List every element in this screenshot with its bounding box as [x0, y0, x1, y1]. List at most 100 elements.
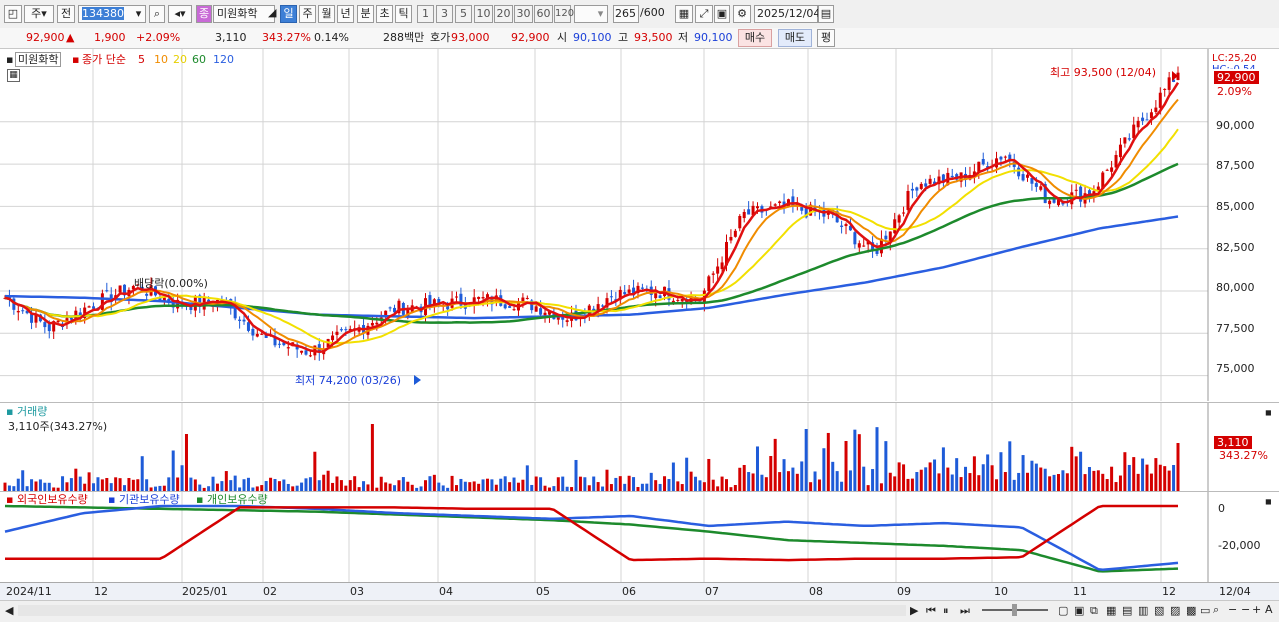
low-price: 90,100 — [694, 31, 733, 44]
volume-bar — [809, 482, 813, 491]
date-input[interactable]: 2025/12/04 — [754, 5, 820, 23]
layout-icon-3[interactable]: ⧉ — [1090, 604, 1098, 617]
volume-bar — [211, 476, 215, 491]
volume-bar — [614, 477, 618, 491]
scroll-left-icon[interactable]: ◀ — [5, 604, 13, 617]
volume-bar — [30, 479, 34, 491]
candle-body — [627, 289, 631, 293]
price-chart[interactable] — [0, 49, 1279, 401]
zoom-in-icon[interactable]: + — [1252, 603, 1261, 616]
period-tab-week[interactable]: 주 — [299, 5, 316, 23]
volume-close-icon[interactable]: ◼ — [1265, 406, 1272, 419]
volume-bar — [167, 477, 171, 491]
candle-body — [729, 236, 733, 241]
candle-body — [609, 296, 613, 298]
first-page-icon[interactable]: ⏮ — [926, 604, 936, 617]
turnover-rate: 0.14% — [314, 31, 349, 44]
calendar-icon[interactable]: ▤ — [818, 5, 834, 23]
volume-bar — [840, 481, 844, 491]
gear-icon[interactable]: ⚙ — [733, 5, 751, 23]
buy-button[interactable]: 매수 — [738, 29, 772, 47]
sell-button[interactable]: 매도 — [778, 29, 812, 47]
volume-bar — [242, 479, 246, 491]
speaker-icon[interactable]: ◂▾ — [168, 5, 192, 23]
crosshair-icon[interactable]: ⤢ — [695, 5, 713, 23]
volume-bar — [437, 482, 441, 491]
volume-title-text: 거래량 — [16, 405, 48, 418]
ma10-label: 10 — [154, 53, 168, 66]
code-dropdown-icon[interactable]: ▾ — [132, 5, 146, 23]
period-tab-second[interactable]: 초 — [376, 5, 393, 23]
period-tab-minute[interactable]: 분 — [357, 5, 374, 23]
window-menu-icon[interactable]: ◰ — [4, 5, 22, 23]
pause-icon[interactable]: ⏸ — [943, 604, 949, 617]
candle-body — [118, 285, 122, 293]
volume-chart[interactable] — [0, 403, 1279, 491]
volume-bar — [800, 461, 804, 491]
holdings-close-icon[interactable]: ◼ — [1265, 495, 1272, 508]
candle-body — [525, 297, 529, 299]
layout-icon-10[interactable]: ▭ — [1200, 604, 1210, 617]
period-tab-day[interactable]: 일 — [280, 5, 297, 23]
interval-5[interactable]: 5 — [455, 5, 472, 23]
zoom-minus-icon[interactable]: − — [1241, 603, 1250, 616]
volume-bar — [1056, 474, 1060, 491]
calculator-icon[interactable]: ▦ — [7, 69, 20, 82]
volume-bar — [105, 477, 109, 491]
volume-bar — [140, 456, 144, 491]
volume-bar — [485, 478, 489, 491]
save-icon[interactable]: ▣ — [714, 5, 730, 23]
layout-icon-4[interactable]: ▦ — [1106, 604, 1116, 617]
count-input[interactable]: 265 — [613, 5, 639, 23]
interval-20[interactable]: 20 — [494, 5, 513, 23]
volume-bar — [109, 483, 113, 491]
layout-icon-9[interactable]: ▩ — [1186, 604, 1196, 617]
layout-icon-7[interactable]: ▧ — [1154, 604, 1164, 617]
layout-icon-2[interactable]: ▣ — [1074, 604, 1084, 617]
volume-bar — [645, 483, 649, 491]
text-tool-icon[interactable]: A — [1265, 603, 1273, 616]
period-tab-tick[interactable]: 틱 — [395, 5, 412, 23]
layout-icon-8[interactable]: ▨ — [1170, 604, 1180, 617]
zoom-out-icon[interactable]: − — [1228, 603, 1237, 616]
prev-button[interactable]: 전 — [57, 5, 75, 23]
volume-bar — [220, 481, 224, 491]
candle-body — [1074, 189, 1078, 191]
zoom-search-icon[interactable]: ⌕ — [1213, 603, 1219, 616]
period-tab-year[interactable]: 년 — [337, 5, 354, 23]
search-icon[interactable]: ⌕ — [149, 5, 165, 23]
x-label-0: 2024/11 — [6, 585, 52, 598]
chart-tool-icon[interactable]: ▦ — [675, 5, 693, 23]
scroll-right-icon[interactable]: ▶ — [910, 604, 918, 617]
interval-10[interactable]: 10 — [474, 5, 493, 23]
last-page-icon[interactable]: ⏭ — [960, 604, 970, 617]
interval-3[interactable]: 3 — [436, 5, 453, 23]
period-tab-month[interactable]: 월 — [318, 5, 335, 23]
type-select[interactable]: 주▾ — [24, 5, 54, 23]
interval-30[interactable]: 30 — [514, 5, 533, 23]
volume-bar — [481, 479, 485, 491]
interval-120[interactable]: 120 — [554, 5, 574, 23]
volume-bar — [764, 477, 768, 491]
candle-body — [711, 273, 715, 275]
candle-body — [521, 297, 525, 302]
holdings-chart[interactable] — [0, 492, 1279, 583]
volume-bar — [995, 479, 999, 491]
layout-icon-6[interactable]: ▥ — [1138, 604, 1148, 617]
interval-60[interactable]: 60 — [534, 5, 553, 23]
avg-button[interactable]: 평 — [817, 29, 835, 47]
interval-dropdown-icon[interactable]: ▾ — [594, 5, 608, 23]
volume-bar — [171, 450, 175, 491]
layout-icon-5[interactable]: ▤ — [1122, 604, 1132, 617]
volume-bar — [632, 477, 636, 491]
volume-bar — [38, 479, 42, 491]
candle-body — [1141, 117, 1145, 121]
zoom-slider-handle[interactable] — [1012, 604, 1017, 616]
scroll-track[interactable] — [18, 605, 906, 616]
interval-1[interactable]: 1 — [417, 5, 434, 23]
stock-name-field[interactable]: 미원화학 — [213, 5, 275, 23]
volume-bar — [804, 429, 808, 491]
candle-body — [707, 276, 711, 291]
layout-icon-1[interactable]: ▢ — [1058, 604, 1068, 617]
volume-bar — [707, 458, 711, 491]
